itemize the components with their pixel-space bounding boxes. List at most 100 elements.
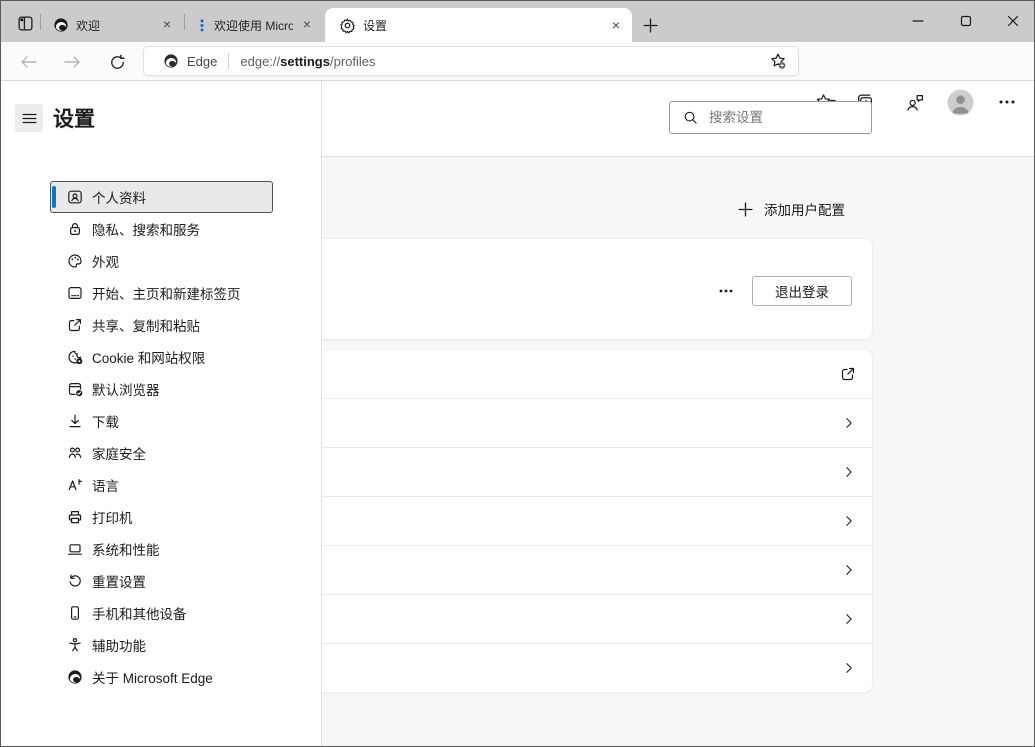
sidebar-item-system-performance[interactable]: 系统和性能 (51, 534, 272, 564)
tab-title: 设置 (363, 17, 602, 34)
browser-menu-button[interactable] (993, 89, 1021, 115)
tab-strip: 欢迎 × 欢迎使用 Microsoft Edg × 设置 × (1, 1, 1034, 42)
accessibility-icon (67, 637, 83, 653)
back-button[interactable] (14, 50, 44, 74)
forward-icon (63, 55, 81, 69)
chevron-right-icon (842, 612, 856, 626)
reset-icon (67, 573, 83, 589)
chevron-right-icon (842, 465, 856, 479)
settings-search-input[interactable] (707, 109, 861, 126)
plus-icon (738, 202, 753, 217)
tab-separator (40, 14, 41, 30)
sidebar-item-accessibility[interactable]: 辅助功能 (51, 630, 272, 660)
sidebar-item-start-home-new-tabs[interactable]: 开始、主页和新建标签页 (51, 278, 272, 308)
download-icon (67, 413, 83, 429)
sign-out-button[interactable]: 退出登录 (752, 276, 852, 306)
add-favorite-icon (769, 52, 787, 70)
more-icon (719, 289, 733, 293)
chip-divider (228, 53, 229, 69)
tab-close-icon[interactable]: × (159, 17, 175, 33)
search-icon (683, 110, 698, 125)
laptop-icon (67, 541, 83, 557)
new-tab-page-icon (67, 285, 83, 301)
hamburger-icon (21, 110, 38, 127)
tab-title: 欢迎使用 Microsoft Edg (214, 17, 293, 34)
cookie-icon (67, 349, 83, 365)
blue-dots-favicon (197, 17, 207, 33)
plus-icon (643, 18, 658, 33)
tab-close-icon[interactable]: × (608, 18, 624, 34)
settings-content-background: 添加用户配置 退出登录 (322, 156, 1034, 746)
sidebar-item-profiles[interactable]: 个人资料 (51, 182, 272, 212)
phone-icon (67, 605, 83, 621)
vertical-tabs-button[interactable] (13, 11, 37, 35)
gear-icon (339, 17, 356, 34)
sidebar-item-about-edge[interactable]: 关于 Microsoft Edge (51, 662, 272, 692)
site-chip: Edge (163, 53, 217, 69)
printer-icon (67, 509, 83, 525)
tab-close-icon[interactable]: × (299, 17, 315, 33)
chevron-right-icon (842, 416, 856, 430)
sidebar-item-share-copy-paste[interactable]: 共享、复制和粘贴 (51, 310, 272, 340)
page-title: 设置 (53, 103, 95, 133)
sidebar-item-family-safety[interactable]: 家庭安全 (51, 438, 272, 468)
site-chip-label: Edge (187, 54, 217, 69)
maximize-icon (960, 15, 972, 27)
profile-avatar (947, 89, 974, 116)
profile-badge-icon (67, 189, 83, 205)
edge-logo-icon (163, 53, 179, 69)
sidebar-item-appearance[interactable]: 外观 (51, 246, 272, 276)
settings-menu-drawer: 设置 个人资料 隐私、搜索和服务 (1, 81, 322, 746)
toolbar: Edge edge://settings/profiles (1, 42, 1034, 81)
more-icon (999, 100, 1015, 104)
add-profile-button[interactable]: 添加用户配置 (738, 194, 845, 224)
browser-check-icon (67, 381, 83, 397)
sidebar-item-cookies-site-permissions[interactable]: Cookie 和网站权限 (51, 342, 272, 372)
minimize-button[interactable] (895, 7, 941, 35)
tab-welcome-to-edge[interactable]: 欢迎使用 Microsoft Edg × (187, 8, 323, 42)
refresh-button[interactable] (102, 50, 132, 74)
settings-search[interactable] (669, 101, 872, 134)
forward-button[interactable] (57, 50, 87, 74)
share-icon (67, 317, 83, 333)
sidebar-item-languages[interactable]: 语言 (51, 470, 272, 500)
address-bar[interactable]: Edge edge://settings/profiles (143, 46, 799, 76)
sidebar-item-reset-settings[interactable]: 重置设置 (51, 566, 272, 596)
palette-icon (67, 253, 83, 269)
add-profile-label: 添加用户配置 (764, 199, 845, 219)
minimize-icon (912, 15, 924, 27)
url-text: edge://settings/profiles (240, 54, 375, 69)
new-tab-button[interactable] (637, 12, 663, 38)
add-favorite-button[interactable] (765, 49, 791, 73)
chevron-right-icon (842, 563, 856, 577)
tab-title: 欢迎 (76, 17, 153, 34)
family-icon (67, 445, 83, 461)
sidebar-item-downloads[interactable]: 下载 (51, 406, 272, 436)
edge-logo-icon (67, 669, 83, 685)
tab-welcome[interactable]: 欢迎 × (43, 8, 183, 42)
selected-accent-bar (52, 186, 56, 208)
sidebar-item-printers[interactable]: 打印机 (51, 502, 272, 532)
sidebar-item-privacy[interactable]: 隐私、搜索和服务 (51, 214, 272, 244)
chevron-right-icon (842, 661, 856, 675)
back-icon (20, 55, 38, 69)
sidebar-item-phone-devices[interactable]: 手机和其他设备 (51, 598, 272, 628)
settings-menu: 个人资料 隐私、搜索和服务 外观 (51, 182, 272, 694)
edge-logo-icon (53, 17, 69, 33)
tab-settings[interactable]: 设置 × (325, 8, 632, 43)
refresh-icon (109, 54, 126, 71)
feedback-button[interactable] (900, 89, 928, 115)
external-link-icon (840, 366, 856, 382)
maximize-button[interactable] (943, 7, 989, 35)
language-icon (67, 477, 83, 493)
close-icon (1007, 15, 1019, 27)
feedback-person-icon (905, 93, 924, 112)
window-close-button[interactable] (990, 7, 1035, 35)
menu-toggle-button[interactable] (15, 104, 43, 132)
browser-window: 欢迎 × 欢迎使用 Microsoft Edg × 设置 × (0, 0, 1035, 747)
profile-more-button[interactable] (710, 278, 742, 304)
profile-button[interactable] (945, 88, 975, 116)
chevron-right-icon (842, 514, 856, 528)
sidebar-item-default-browser[interactable]: 默认浏览器 (51, 374, 272, 404)
lock-icon (67, 221, 83, 237)
